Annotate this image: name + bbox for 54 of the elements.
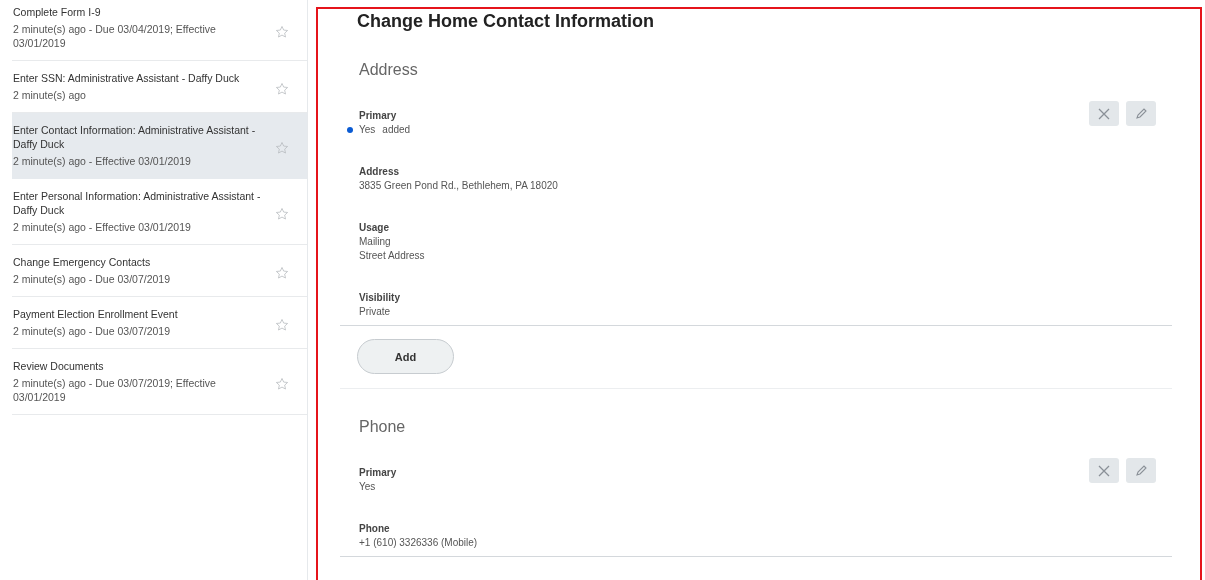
field-label: Primary (359, 466, 397, 480)
task-title: Payment Election Enrollment Event (13, 307, 178, 321)
task-meta: 2 minute(s) ago - Due 03/04/2019; Effective 03/01/2019 (13, 22, 217, 50)
field-value: Street Address (359, 249, 425, 263)
edit-button[interactable] (1126, 458, 1156, 483)
section-heading: Address (359, 61, 419, 79)
task-meta: 2 minute(s) ago (13, 88, 86, 102)
field-value: Yes (359, 480, 376, 494)
task-title: Enter Contact Information: Administrative Assistant - Daffy Duck (13, 123, 257, 151)
task-meta: 2 minute(s) ago - Due 03/07/2019 (13, 324, 170, 338)
star-icon[interactable] (275, 376, 289, 391)
field-label: Address (359, 165, 399, 179)
field-value: 3835 Green Pond Rd., Bethlehem, PA 18020 (359, 179, 558, 193)
change-status: added (382, 123, 411, 137)
field-value: Mailing (359, 235, 391, 249)
star-icon[interactable] (275, 81, 289, 96)
star-icon[interactable] (275, 140, 289, 155)
field-value: +1 (610) 3326336 (Mobile) (359, 536, 478, 550)
task-title: Review Documents (13, 359, 104, 373)
remove-button[interactable] (1089, 458, 1119, 483)
pencil-icon (1134, 463, 1148, 478)
star-icon[interactable] (275, 317, 289, 332)
task-meta: 2 minute(s) ago - Due 03/07/2019; Effective 03/01/2019 (13, 376, 217, 404)
field-label: Phone (359, 522, 390, 536)
task-meta: 2 minute(s) ago - Due 03/07/2019 (13, 272, 170, 286)
task-meta: 2 minute(s) ago - Effective 03/01/2019 (13, 154, 191, 168)
edit-button[interactable] (1126, 101, 1156, 126)
task-item[interactable]: Change Emergency Contacts 2 minute(s) ago - Due 03/07/2019 (12, 245, 307, 297)
close-icon (1097, 463, 1111, 478)
field-value: Private (359, 305, 391, 319)
field-label: Usage (359, 221, 389, 235)
task-item[interactable]: Enter Personal Information: Administrative Assistant - Daffy Duck 2 minute(s) ago - Effective 03/01/2019 (12, 179, 307, 245)
task-title: Complete Form I-9 (13, 5, 101, 19)
field-label: Primary (359, 109, 397, 123)
star-icon[interactable] (275, 265, 289, 280)
task-item[interactable]: Enter Contact Information: Administrative Assistant - Daffy Duck 2 minute(s) ago - Effective 03/01/2019 (12, 113, 307, 179)
task-item[interactable]: Complete Form I-9 2 minute(s) ago - Due 03/04/2019; Effective 03/01/2019 (12, 0, 307, 61)
section-heading: Phone (359, 418, 407, 436)
field-label: Visibility (359, 291, 400, 305)
task-title: Enter Personal Information: Administrative Assistant - Daffy Duck (13, 189, 262, 217)
remove-button[interactable] (1089, 101, 1119, 126)
task-item[interactable]: Payment Election Enrollment Event 2 minute(s) ago - Due 03/07/2019 (12, 297, 307, 349)
add-button[interactable]: Add (357, 339, 454, 374)
task-title: Change Emergency Contacts (13, 255, 151, 269)
close-icon (1097, 106, 1111, 121)
task-title: Enter SSN: Administrative Assistant - Daffy Duck (13, 71, 240, 85)
page-title: Change Home Contact Information (357, 11, 655, 32)
star-icon[interactable] (275, 206, 289, 221)
star-icon[interactable] (275, 25, 289, 39)
task-item[interactable]: Review Documents 2 minute(s) ago - Due 03/07/2019; Effective 03/01/2019 (12, 349, 307, 415)
change-dot (347, 127, 353, 133)
pencil-icon (1134, 106, 1148, 121)
task-meta: 2 minute(s) ago - Effective 03/01/2019 (13, 220, 191, 234)
field-value: Yes (359, 123, 376, 137)
